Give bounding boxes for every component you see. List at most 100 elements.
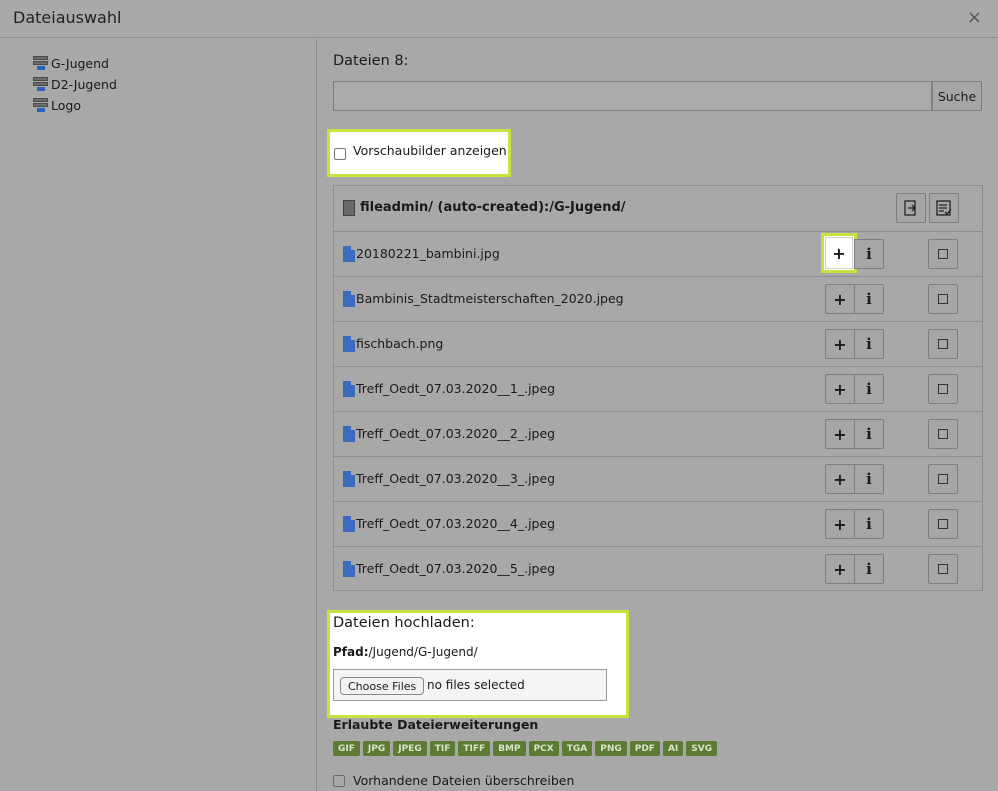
file-row: Bambinis_Stadtmeisterschaften_2020.jpeg … (334, 276, 982, 321)
extension-badges: GIF JPG JPEG TIF TIFF BMP PCX TGA PNG PD… (333, 741, 718, 756)
storage-icon (33, 77, 49, 91)
tree-item-label: D2-Jugend (51, 76, 117, 92)
select-file-checkbox[interactable] (928, 509, 958, 539)
info-button[interactable]: i (854, 419, 884, 449)
extension-badge: PDF (629, 741, 660, 756)
thumbnail-label[interactable]: Vorschaubilder anzeigen (353, 143, 507, 158)
extension-badge: SVG (686, 741, 718, 756)
select-file-checkbox[interactable] (928, 329, 958, 359)
file-table: fileadmin/ (auto-created):/G-Jugend/ 201… (333, 185, 983, 591)
add-file-button[interactable]: + (825, 284, 855, 314)
upload-title: Dateien hochladen: (333, 615, 475, 631)
file-row: Treff_Oedt_07.03.2020__1_.jpeg + i (334, 366, 982, 411)
select-file-checkbox[interactable] (928, 239, 958, 269)
file-row: fischbach.png + i (334, 321, 982, 366)
search-input[interactable] (333, 81, 932, 111)
file-name[interactable]: Treff_Oedt_07.03.2020__4_.jpeg (356, 516, 555, 531)
extension-badge: BMP (493, 741, 526, 756)
tree-item-label: Logo (51, 97, 81, 113)
image-file-icon (343, 336, 355, 352)
extension-badge: GIF (333, 741, 360, 756)
tree-item-g-jugend[interactable]: G-Jugend (33, 53, 109, 73)
extension-badge: PCX (528, 741, 559, 756)
file-name[interactable]: fischbach.png (356, 336, 443, 351)
info-button[interactable]: i (854, 284, 884, 314)
file-row: Treff_Oedt_07.03.2020__3_.jpeg + i (334, 456, 982, 501)
image-file-icon (343, 381, 355, 397)
select-all-button[interactable] (929, 193, 959, 223)
add-file-button[interactable]: + (825, 237, 853, 269)
storage-icon (33, 56, 49, 70)
add-file-button[interactable]: + (825, 464, 855, 494)
allowed-extensions-title: Erlaubte Dateierweiterungen (333, 717, 539, 732)
dialog-titlebar: Dateiauswahl × (0, 0, 998, 38)
info-button[interactable]: i (854, 329, 884, 359)
extension-badge: JPEG (393, 741, 427, 756)
file-upload-input[interactable]: Choose Files no files selected (333, 669, 607, 701)
upload-path: Pfad:/Jugend/G-Jugend/ (333, 645, 478, 659)
extension-badge: PNG (595, 741, 627, 756)
file-name[interactable]: Treff_Oedt_07.03.2020__2_.jpeg (356, 426, 555, 441)
info-button[interactable]: i (854, 509, 884, 539)
path-value: /Jugend/G-Jugend/ (368, 645, 478, 659)
extension-badge: AI (662, 741, 684, 756)
file-row: Treff_Oedt_07.03.2020__5_.jpeg + i (334, 546, 982, 591)
search-button[interactable]: Suche (932, 81, 982, 111)
extension-badge: TIFF (458, 741, 491, 756)
file-name[interactable]: 20180221_bambini.jpg (356, 246, 500, 261)
overwrite-label[interactable]: Vorhandene Dateien überschreiben (353, 773, 574, 788)
add-file-button[interactable]: + (825, 509, 855, 539)
info-button[interactable]: i (854, 374, 884, 404)
files-count-heading: Dateien 8: (333, 53, 409, 69)
add-file-button[interactable]: + (825, 374, 855, 404)
file-row: 20180221_bambini.jpg + i (334, 231, 982, 276)
import-files-button[interactable] (896, 193, 926, 223)
add-file-button[interactable]: + (825, 329, 855, 359)
image-file-icon (343, 471, 355, 487)
thumbnail-checkbox[interactable] (334, 148, 346, 160)
file-name[interactable]: Bambinis_Stadtmeisterschaften_2020.jpeg (356, 291, 624, 306)
dialog-title: Dateiauswahl (13, 8, 122, 27)
file-browser: Dateien 8: Suche Vorschaubilder anzeigen… (318, 39, 998, 791)
file-name[interactable]: Treff_Oedt_07.03.2020__3_.jpeg (356, 471, 555, 486)
tree-item-label: G-Jugend (51, 55, 109, 71)
folder-path: fileadmin/ (auto-created):/G-Jugend/ (360, 200, 626, 215)
no-files-text: no files selected (427, 678, 525, 692)
image-file-icon (343, 426, 355, 442)
add-file-button[interactable]: + (825, 419, 855, 449)
upload-section: Dateien hochladen: Pfad:/Jugend/G-Jugend… (327, 610, 629, 718)
tree-item-d2-jugend[interactable]: D2-Jugend (33, 74, 117, 94)
select-file-checkbox[interactable] (928, 464, 958, 494)
info-button[interactable]: i (854, 554, 884, 584)
folder-icon (343, 200, 355, 216)
extension-badge: TGA (561, 741, 593, 756)
close-icon[interactable]: × (967, 7, 982, 28)
info-button[interactable]: i (854, 464, 884, 494)
add-file-button-highlighted: + (821, 233, 857, 273)
tree-item-logo[interactable]: Logo (33, 95, 81, 115)
thumbnail-toggle: Vorschaubilder anzeigen (327, 129, 511, 177)
image-file-icon (343, 291, 355, 307)
overwrite-checkbox[interactable] (333, 774, 345, 787)
storage-icon (33, 98, 49, 112)
select-file-checkbox[interactable] (928, 284, 958, 314)
extension-badge: JPG (362, 741, 391, 756)
select-file-checkbox[interactable] (928, 554, 958, 584)
info-button[interactable]: i (854, 239, 884, 269)
image-file-icon (343, 516, 355, 532)
overwrite-option: Vorhandene Dateien überschreiben (333, 773, 574, 788)
file-name[interactable]: Treff_Oedt_07.03.2020__1_.jpeg (356, 381, 555, 396)
folder-tree: G-Jugend D2-Jugend Logo (0, 39, 317, 791)
file-row: Treff_Oedt_07.03.2020__2_.jpeg + i (334, 411, 982, 456)
select-file-checkbox[interactable] (928, 419, 958, 449)
select-file-checkbox[interactable] (928, 374, 958, 404)
folder-header-row: fileadmin/ (auto-created):/G-Jugend/ (334, 186, 982, 231)
extension-badge: TIF (429, 741, 456, 756)
checklist-icon (936, 200, 952, 216)
add-file-button[interactable]: + (825, 554, 855, 584)
file-row: Treff_Oedt_07.03.2020__4_.jpeg + i (334, 501, 982, 546)
choose-files-button[interactable]: Choose Files (340, 677, 425, 695)
path-label: Pfad: (333, 645, 369, 659)
file-name[interactable]: Treff_Oedt_07.03.2020__5_.jpeg (356, 561, 555, 576)
image-file-icon (343, 246, 355, 262)
